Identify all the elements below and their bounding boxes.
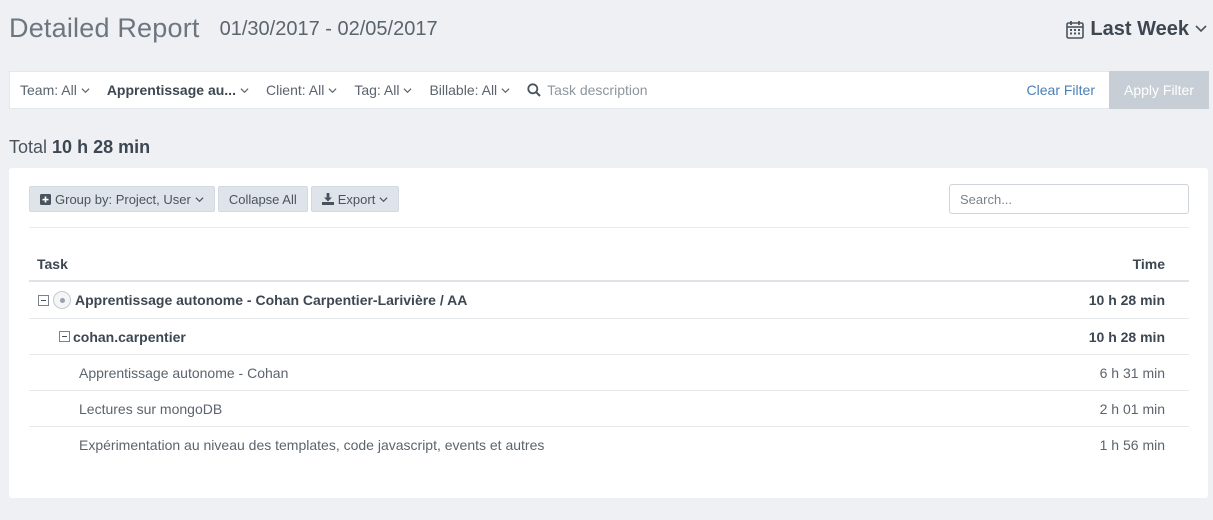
report-header: Detailed Report 01/30/2017 - 02/05/2017 … (9, 8, 1207, 48)
user-name: cohan.carpentier (73, 328, 186, 345)
total-label: Total (9, 137, 48, 157)
export-label: Export (337, 191, 376, 207)
total-value: 10 h 28 min (52, 137, 151, 157)
report-toolbar: Group by: Project, User Collapse All Exp… (29, 186, 400, 212)
group-by-button[interactable]: Group by: Project, User (29, 186, 215, 212)
chevron-down-icon (240, 87, 249, 93)
chevron-down-icon (379, 196, 388, 202)
report-search-input[interactable] (949, 184, 1189, 214)
calendar-icon (1066, 20, 1085, 39)
task-time: 2 h 01 min (1099, 400, 1165, 417)
project-filter-label: Apprentissage au... (106, 82, 236, 98)
search-icon (527, 83, 541, 97)
billable-filter-label: Billable: All (429, 82, 498, 98)
plus-square-icon (40, 193, 51, 205)
task-time: 6 h 31 min (1099, 364, 1165, 381)
project-name: Apprentissage autonome - Cohan Carpentie… (75, 292, 468, 308)
project-time: 10 h 28 min (1088, 292, 1165, 308)
report-panel: Group by: Project, User Collapse All Exp… (9, 168, 1208, 498)
divider (29, 227, 1189, 228)
task-time: 1 h 56 min (1099, 437, 1165, 453)
chevron-down-icon (501, 87, 510, 93)
report-table: Task Time Apprentissage autonome - Cohan… (29, 248, 1189, 463)
task-name: Lectures sur mongoDB (79, 400, 223, 417)
table-header: Task Time (29, 248, 1189, 282)
table-row: Expérimentation au niveau des templates,… (29, 427, 1189, 463)
project-filter[interactable]: Apprentissage au... (107, 82, 249, 98)
client-filter[interactable]: Client: All (266, 82, 337, 98)
filter-bar: Team: All Apprentissage au... Client: Al… (9, 71, 1209, 109)
project-avatar-icon (53, 291, 71, 309)
client-filter-label: Client: All (265, 82, 325, 98)
tag-filter[interactable]: Tag: All (354, 82, 412, 98)
collapse-icon[interactable] (38, 294, 49, 306)
chevron-down-icon (81, 87, 90, 93)
column-header-time[interactable]: Time (1133, 256, 1189, 272)
range-picker-label: Last Week (1090, 17, 1189, 40)
user-row: cohan.carpentier 10 h 28 min (29, 319, 1189, 355)
group-by-label: Group by: Project, User (55, 191, 191, 207)
column-header-task[interactable]: Task (29, 256, 68, 272)
task-name: Apprentissage autonome - Cohan (79, 364, 289, 381)
project-row: Apprentissage autonome - Cohan Carpentie… (29, 282, 1189, 319)
collapse-icon[interactable] (59, 331, 70, 342)
task-name: Expérimentation au niveau des templates,… (79, 437, 545, 453)
clear-filter-link[interactable]: Clear Filter (1027, 82, 1095, 98)
tag-filter-label: Tag: All (354, 82, 400, 98)
collapse-all-button[interactable]: Collapse All (217, 186, 308, 212)
range-picker[interactable]: Last Week (1066, 18, 1207, 41)
billable-filter[interactable]: Billable: All (429, 82, 510, 98)
download-icon (321, 193, 334, 205)
table-row: Lectures sur mongoDB 2 h 01 min (29, 391, 1189, 427)
export-button[interactable]: Export (310, 186, 400, 212)
chevron-down-icon (403, 87, 412, 93)
total-summary: Total 10 h 28 min (9, 137, 150, 158)
chevron-down-icon (328, 87, 337, 93)
apply-filter-button[interactable]: Apply Filter (1109, 71, 1209, 109)
task-description-input[interactable] (547, 82, 848, 98)
task-search (527, 82, 848, 98)
page-title: Detailed Report (9, 12, 200, 43)
table-row: Apprentissage autonome - Cohan 6 h 31 mi… (29, 355, 1189, 391)
team-filter[interactable]: Team: All (20, 82, 90, 98)
user-time: 10 h 28 min (1088, 328, 1165, 345)
team-filter-label: Team: All (20, 82, 77, 98)
chevron-down-icon (195, 196, 204, 202)
chevron-down-icon (1195, 25, 1207, 33)
date-range: 01/30/2017 - 02/05/2017 (219, 18, 438, 40)
